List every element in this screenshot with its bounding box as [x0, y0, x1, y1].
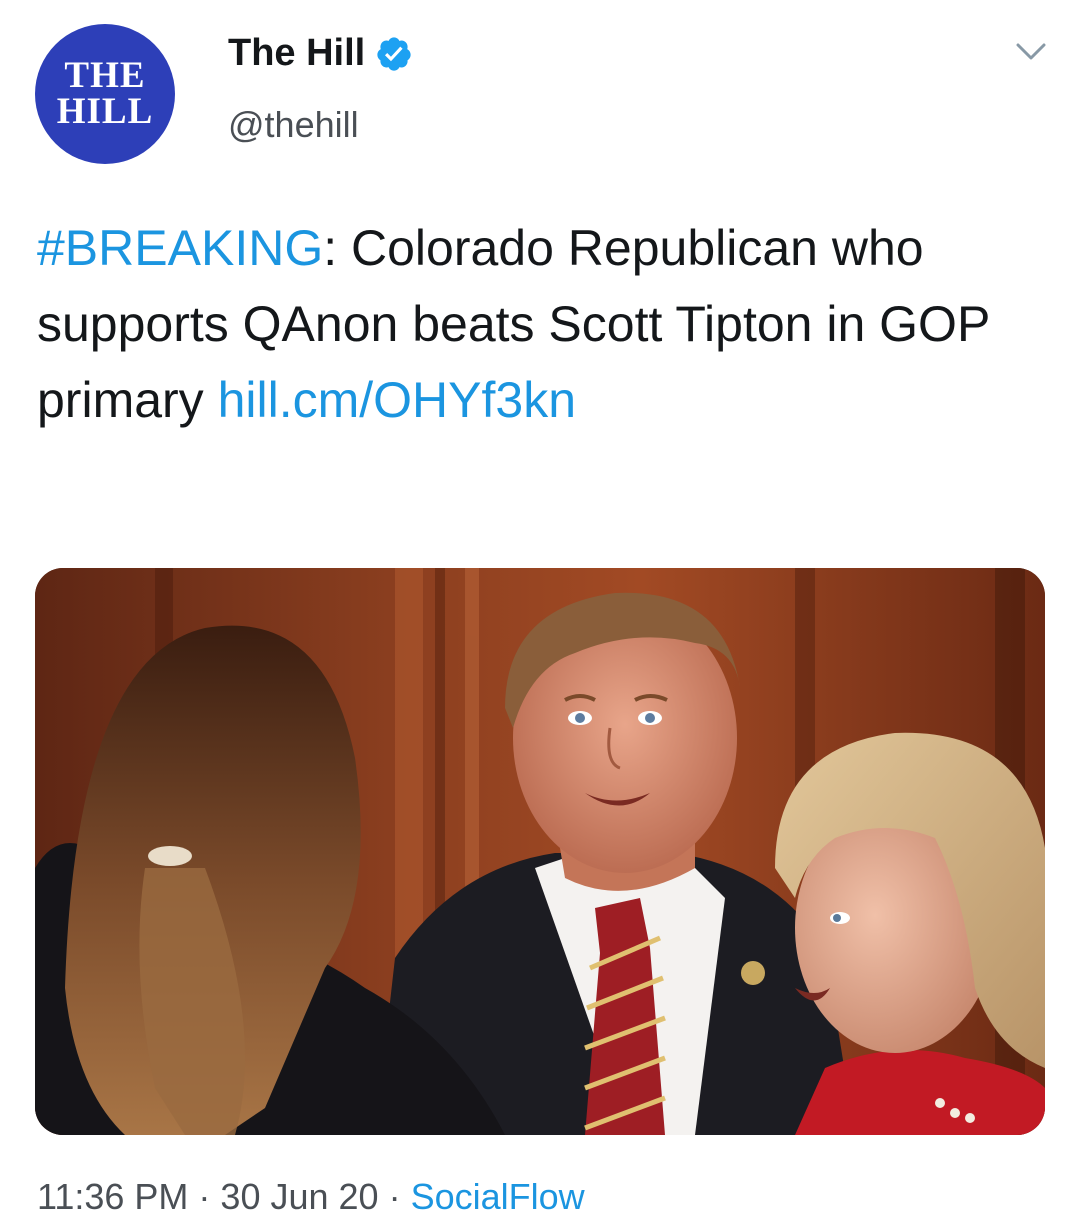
author-name[interactable]: The Hill [228, 32, 365, 75]
tweet-time[interactable]: 11:36 PM [37, 1176, 188, 1217]
meta-separator: · [378, 1176, 411, 1217]
chevron-down-icon[interactable] [1016, 42, 1046, 62]
article-link[interactable]: hill.cm/OHYf3kn [218, 372, 576, 428]
author-handle[interactable]: @thehill [228, 104, 359, 146]
tweet-card: THE HILL The Hill @thehill #BREAKING: Co… [0, 0, 1080, 1230]
tweet-meta: 11:36 PM · 30 Jun 20 · SocialFlow [37, 1176, 585, 1218]
tweet-photo[interactable] [35, 568, 1045, 1135]
tweet-text: #BREAKING: Colorado Republican who suppo… [37, 210, 1037, 438]
photo-illustration [35, 568, 1045, 1135]
tweet-date[interactable]: 30 Jun 20 [220, 1176, 378, 1217]
author-name-row[interactable]: The Hill [228, 32, 413, 75]
tweet-source[interactable]: SocialFlow [411, 1176, 585, 1217]
meta-separator: · [188, 1176, 221, 1217]
avatar-logo-line2: HILL [56, 91, 154, 132]
avatar-logo-line1: THE [64, 55, 146, 96]
avatar[interactable]: THE HILL [35, 24, 175, 164]
hashtag-link[interactable]: #BREAKING [37, 220, 323, 276]
verified-badge-icon [377, 36, 411, 71]
